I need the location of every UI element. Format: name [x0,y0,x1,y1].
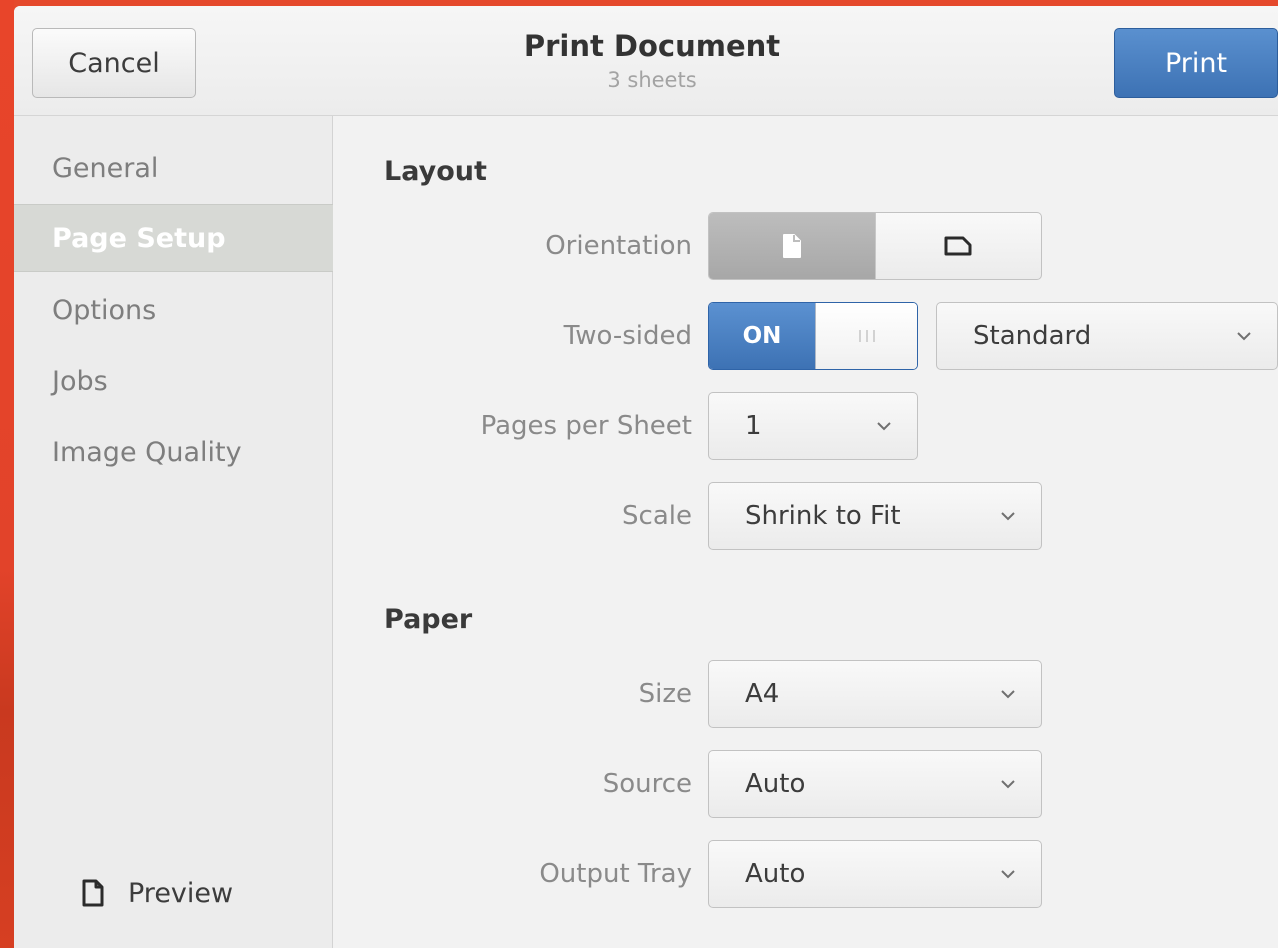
orientation-label: Orientation [545,231,692,261]
landscape-icon [944,236,972,256]
scale-dropdown[interactable]: Shrink to Fit [708,482,1042,550]
switch-on-label: ON [709,303,815,369]
two-sided-label: Two-sided [563,321,692,351]
cancel-button[interactable]: Cancel [32,28,196,98]
orientation-selector [708,212,1042,280]
output-tray-dropdown[interactable]: Auto [708,840,1042,908]
print-dialog: Cancel Print Document 3 sheets Print Gen… [14,6,1278,948]
portrait-icon [782,234,801,258]
pages-per-sheet-label: Pages per Sheet [480,411,692,441]
preview-label: Preview [128,877,234,909]
page-setup-panel: Layout Orientation Two-sided ON Standard… [334,116,1278,948]
output-tray-label: Output Tray [539,859,692,889]
sidebar-item-page-setup[interactable]: Page Setup [14,204,333,272]
sidebar-item-image-quality[interactable]: Image Quality [14,418,333,486]
sidebar-item-options[interactable]: Options [14,276,333,344]
grip-icon [858,330,875,342]
paper-source-value: Auto [745,769,806,799]
two-sided-mode-value: Standard [973,321,1092,351]
orientation-portrait-option[interactable] [709,213,875,279]
document-icon [82,879,104,907]
dialog-title: Print Document [523,29,781,63]
chevron-down-icon [1001,690,1015,699]
paper-size-dropdown[interactable]: A4 [708,660,1042,728]
source-label: Source [602,769,692,799]
chevron-down-icon [877,422,891,431]
dialog-header: Cancel Print Document 3 sheets Print [14,6,1278,116]
paper-section-title: Paper [384,604,473,635]
chevron-down-icon [1001,780,1015,789]
chevron-down-icon [1237,332,1251,341]
sidebar-item-general[interactable]: General [14,134,333,202]
two-sided-mode-dropdown[interactable]: Standard [936,302,1278,370]
two-sided-switch[interactable]: ON [708,302,918,370]
print-button[interactable]: Print [1114,28,1278,98]
chevron-down-icon [1001,870,1015,879]
orientation-landscape-option[interactable] [874,213,1042,279]
paper-source-dropdown[interactable]: Auto [708,750,1042,818]
preview-button[interactable]: Preview [82,868,233,918]
size-label: Size [638,679,692,709]
paper-size-value: A4 [745,679,780,709]
title-block: Print Document 3 sheets [452,26,852,94]
scale-value: Shrink to Fit [745,501,901,531]
switch-knob[interactable] [815,303,917,369]
output-tray-value: Auto [745,859,806,889]
chevron-down-icon [1001,512,1015,521]
sidebar-item-jobs[interactable]: Jobs [14,347,333,415]
dialog-subtitle: 3 sheets [607,68,697,92]
desktop-background [0,0,14,948]
layout-section-title: Layout [384,156,487,187]
sidebar: General Page Setup Options Jobs Image Qu… [14,116,333,948]
scale-label: Scale [622,501,692,531]
pages-per-sheet-value: 1 [745,411,762,441]
pages-per-sheet-dropdown[interactable]: 1 [708,392,918,460]
